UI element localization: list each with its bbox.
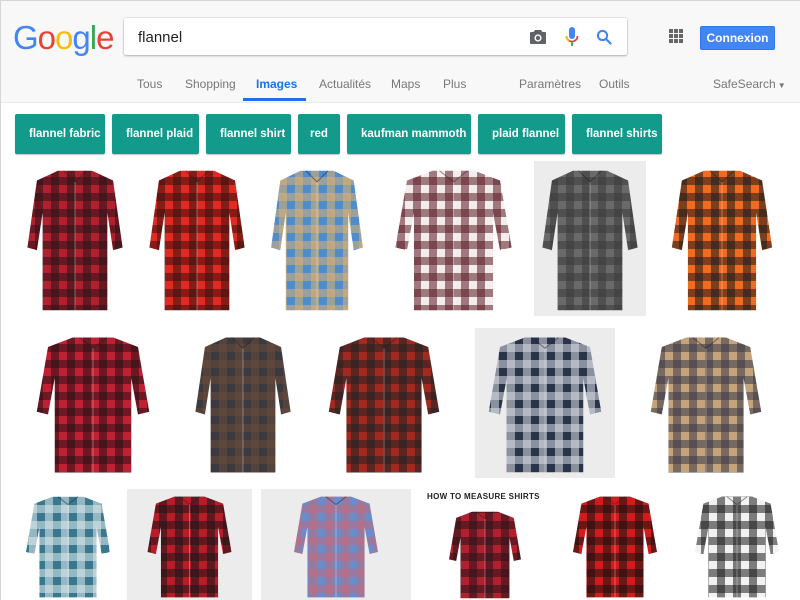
image-result[interactable] [141, 161, 253, 316]
tab-maps[interactable]: Maps [391, 77, 420, 91]
shirt-thumbnail [261, 489, 411, 600]
logo-letter: o [55, 19, 73, 56]
shirt-thumbnail [19, 161, 131, 316]
chip-flannel-plaid[interactable]: flannel plaid [112, 114, 199, 154]
chip-flannel-shirts[interactable]: flannel shirts [572, 114, 662, 154]
shirt-thumbnail [19, 328, 167, 478]
image-result[interactable] [663, 161, 781, 316]
tab-plus[interactable]: Plus [443, 77, 466, 91]
shirt-thumbnail [685, 489, 789, 600]
safesearch-label: SafeSearch [713, 77, 776, 91]
tab-parametres[interactable]: Paramètres [519, 77, 581, 91]
image-result[interactable] [19, 161, 131, 316]
shirt-thumbnail [663, 161, 781, 316]
active-tab-indicator [243, 98, 306, 101]
apps-grid-icon[interactable] [669, 29, 683, 43]
page: Google Connexion Tous Shopping Images Ac… [0, 0, 800, 600]
search-box [124, 18, 627, 55]
microphone-icon[interactable] [562, 27, 582, 47]
shirt-thumbnail [381, 161, 526, 316]
image-result[interactable] [13, 489, 123, 600]
shirt-thumbnail [127, 489, 252, 600]
chip-flannel-fabric[interactable]: flannel fabric [15, 114, 105, 154]
image-result[interactable] [641, 328, 771, 478]
signin-button[interactable]: Connexion [700, 26, 775, 50]
image-result[interactable] [475, 328, 615, 478]
chip-flannel-shirt[interactable]: flannel shirt [206, 114, 291, 154]
tab-shopping[interactable]: Shopping [185, 77, 236, 91]
search-input[interactable] [138, 27, 518, 47]
safesearch-dropdown[interactable]: SafeSearch ▼ [713, 77, 786, 91]
header: Google Connexion Tous Shopping Images Ac… [1, 1, 800, 103]
caret-down-icon: ▼ [777, 81, 786, 90]
logo-letter: g [72, 19, 90, 56]
shirt-thumbnail [641, 328, 771, 478]
shirt-thumbnail [319, 328, 449, 478]
image-result[interactable] [381, 161, 526, 316]
shirt-thumbnail [141, 161, 253, 316]
shirt-thumbnail [187, 328, 299, 478]
chip-red[interactable]: red [298, 114, 340, 154]
image-result[interactable] [187, 328, 299, 478]
tab-actualites[interactable]: Actualités [319, 77, 371, 91]
shirt-thumbnail [263, 161, 371, 316]
image-result[interactable] [685, 489, 789, 600]
image-result[interactable] [261, 489, 411, 600]
logo-letter: G [13, 19, 39, 56]
shirt-thumbnail [475, 328, 615, 478]
image-result[interactable] [555, 489, 675, 600]
chip-plaid-flannel[interactable]: plaid flannel [478, 114, 565, 154]
shirt-thumbnail [13, 489, 123, 600]
image-result[interactable] [127, 489, 252, 600]
shirt-thumbnail [421, 505, 549, 600]
search-icon[interactable] [594, 27, 614, 47]
image-result[interactable] [19, 328, 167, 478]
image-result[interactable]: HOW TO MEASURE SHIRTS [421, 489, 549, 600]
related-searches: flannel fabric flannel plaid flannel shi… [15, 114, 669, 154]
shirt-thumbnail [555, 489, 675, 600]
image-result[interactable] [263, 161, 371, 316]
camera-icon[interactable] [528, 27, 548, 47]
tab-tous[interactable]: Tous [137, 77, 162, 91]
logo-letter: o [37, 19, 56, 56]
logo-letter: e [96, 19, 114, 56]
image-caption: HOW TO MEASURE SHIRTS [427, 492, 540, 501]
google-logo[interactable]: Google [13, 19, 114, 57]
image-result[interactable] [319, 328, 449, 478]
shirt-thumbnail [534, 161, 646, 316]
tab-images[interactable]: Images [256, 77, 297, 91]
image-result[interactable] [534, 161, 646, 316]
tab-outils[interactable]: Outils [599, 77, 630, 91]
chip-kaufman-mammoth[interactable]: kaufman mammoth [347, 114, 471, 154]
